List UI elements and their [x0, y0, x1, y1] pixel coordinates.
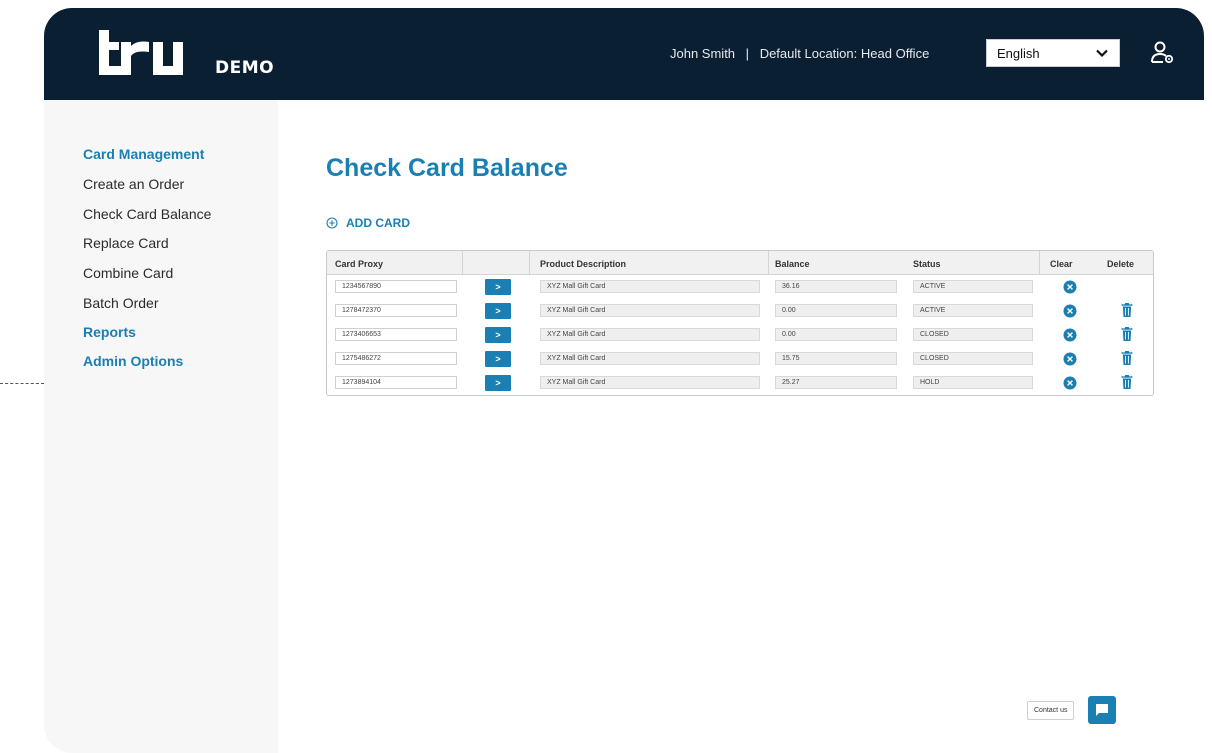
clear-icon[interactable]: [1063, 352, 1077, 366]
user-settings-icon[interactable]: [1151, 40, 1175, 66]
balance-field: 36.16: [775, 280, 897, 293]
sidebar-item-reports[interactable]: Reports: [83, 324, 136, 340]
table-row: 1234567890 > XYZ Mall Gift Card 36.16 AC…: [327, 275, 1153, 299]
product-description-field: XYZ Mall Gift Card: [540, 328, 760, 341]
sidebar-item-combine-card[interactable]: Combine Card: [83, 265, 173, 281]
chat-button[interactable]: [1088, 696, 1117, 724]
default-location-label: Default Location:: [759, 46, 858, 61]
add-circle-icon: [326, 217, 338, 229]
default-location-value: Head Office: [860, 46, 930, 61]
product-description-field: XYZ Mall Gift Card: [540, 280, 760, 293]
header-divider: [1039, 251, 1040, 275]
clear-icon[interactable]: [1063, 376, 1077, 390]
contact-us-button[interactable]: Contact us: [1027, 700, 1075, 720]
table-row: 1273406653 > XYZ Mall Gift Card 0.00 CLO…: [327, 323, 1153, 347]
trash-icon[interactable]: [1121, 351, 1133, 365]
page-title: Check Card Balance: [326, 154, 568, 182]
lookup-button[interactable]: >: [485, 375, 511, 391]
card-proxy-input[interactable]: 1273406653: [335, 328, 457, 341]
table-row: 1278472370 > XYZ Mall Gift Card 0.00 ACT…: [327, 299, 1153, 323]
sidebar-item-check-card-balance[interactable]: Check Card Balance: [83, 206, 211, 222]
card-proxy-input[interactable]: 1234567890: [335, 280, 457, 293]
sidebar-item-create-order[interactable]: Create an Order: [83, 176, 184, 192]
header-divider: [462, 251, 463, 275]
product-description-field: XYZ Mall Gift Card: [540, 352, 760, 365]
trash-icon[interactable]: [1121, 375, 1133, 389]
brand-logo[interactable]: DEMO: [97, 28, 274, 78]
status-field: HOLD: [913, 376, 1033, 389]
user-info: John Smith | Default Location: Head Offi…: [670, 46, 929, 61]
balance-field: 25.27: [775, 376, 897, 389]
lookup-button[interactable]: >: [485, 327, 511, 343]
dashed-guide-line: [0, 383, 44, 384]
column-header-card-proxy: Card Proxy: [335, 259, 384, 269]
status-field: ACTIVE: [913, 304, 1033, 317]
clear-icon[interactable]: [1063, 280, 1077, 294]
clear-icon[interactable]: [1063, 328, 1077, 342]
lookup-button[interactable]: >: [485, 303, 511, 319]
status-field: CLOSED: [913, 328, 1033, 341]
language-select[interactable]: English: [986, 39, 1120, 67]
column-header-status: Status: [913, 259, 941, 269]
card-proxy-input[interactable]: 1278472370: [335, 304, 457, 317]
table-row: 1273894104 > XYZ Mall Gift Card 25.27 HO…: [327, 371, 1153, 395]
column-header-delete: Delete: [1107, 259, 1135, 269]
sidebar-item-admin-options[interactable]: Admin Options: [83, 353, 183, 369]
demo-label: DEMO: [215, 58, 275, 78]
sidebar-item-card-management[interactable]: Card Management: [83, 146, 204, 162]
column-header-clear: Clear: [1050, 259, 1073, 269]
sidebar-item-replace-card[interactable]: Replace Card: [83, 235, 169, 251]
status-field: ACTIVE: [913, 280, 1033, 293]
top-header: DEMO John Smith | Default Location: Head…: [44, 8, 1204, 100]
trash-icon[interactable]: [1121, 303, 1133, 317]
add-card-button[interactable]: ADD CARD: [326, 216, 410, 230]
balance-field: 0.00: [775, 328, 897, 341]
product-description-field: XYZ Mall Gift Card: [540, 304, 760, 317]
chevron-down-icon: [1096, 49, 1108, 58]
user-name[interactable]: John Smith: [670, 46, 735, 61]
header-divider: [529, 251, 530, 275]
tru-logo-icon: [99, 30, 183, 75]
sidebar-nav: Card Management Create an Order Check Ca…: [44, 100, 278, 753]
status-field: CLOSED: [913, 352, 1033, 365]
product-description-field: XYZ Mall Gift Card: [540, 376, 760, 389]
table-row: 1275486272 > XYZ Mall Gift Card 15.75 CL…: [327, 347, 1153, 371]
header-separator: |: [745, 46, 750, 61]
language-selected: English: [997, 45, 1040, 61]
column-header-balance: Balance: [775, 259, 810, 269]
header-divider: [768, 251, 769, 275]
clear-icon[interactable]: [1063, 304, 1077, 318]
trash-icon[interactable]: [1121, 327, 1133, 341]
card-balance-table: Card Proxy Product Description Balance S…: [326, 250, 1154, 396]
add-card-label: ADD CARD: [346, 216, 410, 230]
app-window: DEMO John Smith | Default Location: Head…: [44, 8, 1204, 753]
lookup-button[interactable]: >: [485, 279, 511, 295]
chat-icon: [1096, 704, 1109, 716]
balance-field: 15.75: [775, 352, 897, 365]
card-proxy-input[interactable]: 1275486272: [335, 352, 457, 365]
balance-field: 0.00: [775, 304, 897, 317]
main-content: Check Card Balance ADD CARD Card Proxy P…: [278, 100, 1204, 753]
contact-widget: Contact us: [1027, 696, 1117, 724]
sidebar-item-batch-order[interactable]: Batch Order: [83, 295, 158, 311]
lookup-button[interactable]: >: [485, 351, 511, 367]
column-header-product-description: Product Description: [540, 259, 627, 269]
table-header: Card Proxy Product Description Balance S…: [327, 251, 1153, 275]
card-proxy-input[interactable]: 1273894104: [335, 376, 457, 389]
